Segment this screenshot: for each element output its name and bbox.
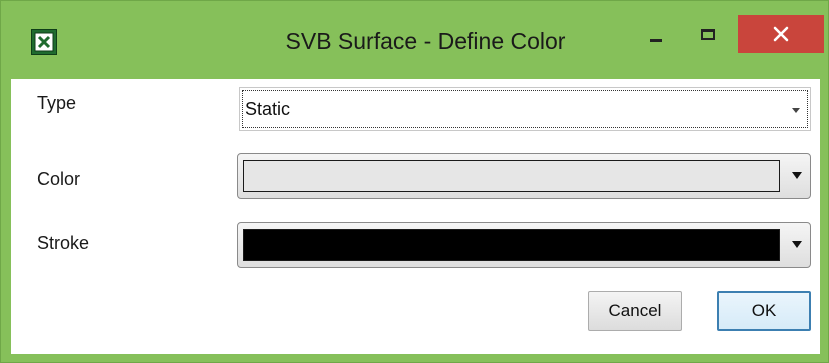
- stroke-swatch: [243, 229, 780, 261]
- maximize-button[interactable]: [694, 23, 724, 53]
- close-button[interactable]: [738, 15, 824, 53]
- ok-button[interactable]: OK: [717, 291, 811, 331]
- color-label: Color: [37, 169, 81, 189]
- chevron-down-icon: [792, 172, 802, 179]
- focus-rect: [242, 90, 808, 128]
- minimize-icon: [650, 39, 662, 42]
- color-dropdown[interactable]: [237, 153, 811, 199]
- type-label: Type: [37, 93, 77, 113]
- close-icon: [773, 26, 789, 42]
- minimize-button[interactable]: [641, 23, 671, 53]
- type-dropdown[interactable]: Static: [239, 87, 811, 131]
- dialog-window: SVB Surface - Define Color Type Static C…: [0, 0, 829, 363]
- stroke-dropdown[interactable]: [237, 222, 811, 268]
- dialog-body: Type Static Color Stroke Cancel OK: [11, 79, 820, 354]
- color-swatch: [243, 160, 780, 192]
- type-value: Static: [245, 99, 291, 119]
- chevron-down-icon: [792, 241, 802, 248]
- maximize-icon: [701, 29, 715, 40]
- cancel-button[interactable]: Cancel: [588, 291, 682, 331]
- title-bar[interactable]: SVB Surface - Define Color: [1, 1, 829, 79]
- chevron-down-icon: [792, 108, 800, 113]
- stroke-label: Stroke: [37, 233, 90, 253]
